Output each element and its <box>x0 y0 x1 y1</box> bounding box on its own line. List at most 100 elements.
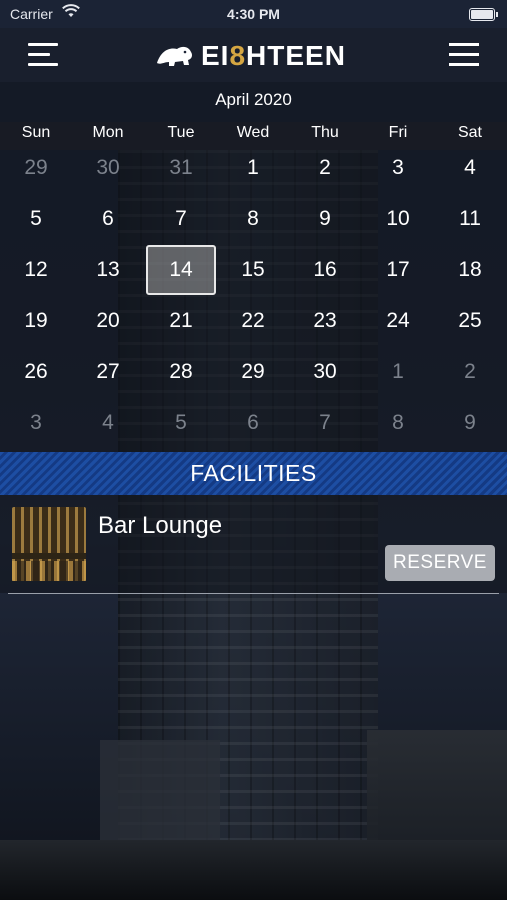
day-number: 28 <box>169 360 193 383</box>
facility-name: Bar Lounge <box>98 512 223 539</box>
day-number: 12 <box>24 258 48 281</box>
weekday-tue: Tue <box>167 124 195 141</box>
calendar-day[interactable]: 1 <box>362 346 434 397</box>
day-number: 29 <box>24 156 48 179</box>
calendar-day[interactable]: 29 <box>217 346 289 397</box>
calendar-day[interactable]: 6 <box>72 193 144 244</box>
calendar-day[interactable]: 8 <box>362 397 434 448</box>
calendar-day[interactable]: 7 <box>145 193 217 244</box>
calendar-day[interactable]: 2 <box>434 346 506 397</box>
calendar-day[interactable]: 27 <box>72 346 144 397</box>
day-number: 4 <box>464 156 476 179</box>
logo-text: EI8HTEEN <box>201 40 346 71</box>
calendar-day[interactable]: 31 <box>145 142 217 193</box>
divider <box>8 593 499 594</box>
calendar-day[interactable]: 7 <box>289 397 361 448</box>
day-number: 11 <box>459 207 481 230</box>
weekday-fri: Fri <box>388 124 408 141</box>
day-number: 7 <box>175 207 187 230</box>
weekday-mon: Mon <box>92 124 124 141</box>
calendar-day[interactable]: 28 <box>145 346 217 397</box>
calendar-day[interactable]: 30 <box>72 142 144 193</box>
day-number: 9 <box>319 207 331 230</box>
calendar-day[interactable]: 9 <box>289 193 361 244</box>
calendar-day[interactable]: 8 <box>217 193 289 244</box>
day-number: 23 <box>313 309 337 332</box>
calendar-day[interactable]: 4 <box>72 397 144 448</box>
day-number: 5 <box>175 411 187 434</box>
building-base-image <box>100 740 220 850</box>
calendar-day[interactable]: 21 <box>145 295 217 346</box>
calendar-day[interactable]: 15 <box>217 244 289 295</box>
day-number: 8 <box>392 411 404 434</box>
hamburger-menu-icon[interactable] <box>28 43 60 67</box>
calendar-day[interactable]: 18 <box>434 244 506 295</box>
day-number: 7 <box>319 411 331 434</box>
day-number: 14 <box>169 258 193 281</box>
calendar-day[interactable]: 22 <box>217 295 289 346</box>
street-image <box>0 840 507 900</box>
facilities-header: FACILITIES <box>0 452 507 495</box>
day-number: 8 <box>247 207 259 230</box>
day-number: 15 <box>241 258 265 281</box>
month-title: April 2020 <box>215 90 292 109</box>
calendar-day[interactable]: 26 <box>0 346 72 397</box>
day-number: 2 <box>319 156 331 179</box>
day-number: 24 <box>386 309 410 332</box>
day-number: 4 <box>102 411 114 434</box>
calendar-day[interactable]: 13 <box>72 244 144 295</box>
calendar-day[interactable]: 24 <box>362 295 434 346</box>
day-number: 1 <box>392 360 404 383</box>
weekday-sat: Sat <box>457 124 482 141</box>
day-number: 1 <box>247 156 259 179</box>
day-number: 5 <box>30 207 42 230</box>
calendar-day[interactable]: 11 <box>434 193 506 244</box>
calendar-day[interactable]: 29 <box>0 142 72 193</box>
day-number: 6 <box>102 207 114 230</box>
low-building-image <box>367 730 507 850</box>
calendar-day[interactable]: 20 <box>72 295 144 346</box>
calendar-day[interactable]: 19 <box>0 295 72 346</box>
calendar-day[interactable]: 6 <box>217 397 289 448</box>
calendar-day[interactable]: 30 <box>289 346 361 397</box>
calendar-day[interactable]: 5 <box>0 193 72 244</box>
clock-time: 4:30 PM <box>227 6 280 22</box>
day-number: 20 <box>96 309 120 332</box>
calendar-day[interactable]: 17 <box>362 244 434 295</box>
day-number: 3 <box>392 156 404 179</box>
status-bar: Carrier 4:30 PM <box>0 0 507 28</box>
weekday-wed: Wed <box>236 124 270 141</box>
calendar-day[interactable]: 9 <box>434 397 506 448</box>
reserve-button[interactable]: RESERVE <box>385 545 495 581</box>
day-number: 27 <box>96 360 120 383</box>
day-number: 16 <box>313 258 337 281</box>
calendar-day[interactable]: 12 <box>0 244 72 295</box>
calendar-day[interactable]: 10 <box>362 193 434 244</box>
day-number: 9 <box>464 411 476 434</box>
selected-day[interactable]: 14 <box>145 244 217 295</box>
calendar-day[interactable]: 16 <box>289 244 361 295</box>
calendar-day[interactable]: 2 <box>289 142 361 193</box>
calendar-day[interactable]: 23 <box>289 295 361 346</box>
calendar-day[interactable]: 4 <box>434 142 506 193</box>
day-number: 31 <box>169 156 193 179</box>
battery-icon <box>469 8 498 21</box>
weekday-thu: Thu <box>311 124 339 141</box>
calendar-day[interactable]: 3 <box>0 397 72 448</box>
calendar-day[interactable]: 25 <box>434 295 506 346</box>
facility-item[interactable]: Bar Lounge RESERVE <box>0 495 507 593</box>
day-number: 30 <box>96 156 120 179</box>
calendar-day[interactable]: 1 <box>217 142 289 193</box>
bar-lounge-thumbnail <box>12 507 86 581</box>
day-number: 19 <box>24 309 48 332</box>
day-number: 13 <box>96 258 120 281</box>
calendar: April 2020 Sun Mon Tue Wed Thu Fri Sat 29 30 31 1… <box>0 82 507 452</box>
day-number: 2 <box>464 360 476 383</box>
day-number: 10 <box>386 207 410 230</box>
day-number: 21 <box>169 309 193 332</box>
calendar-day[interactable]: 3 <box>362 142 434 193</box>
list-menu-icon[interactable] <box>449 43 479 67</box>
day-number: 25 <box>458 309 482 332</box>
day-number: 26 <box>24 360 48 383</box>
calendar-day[interactable]: 5 <box>145 397 217 448</box>
